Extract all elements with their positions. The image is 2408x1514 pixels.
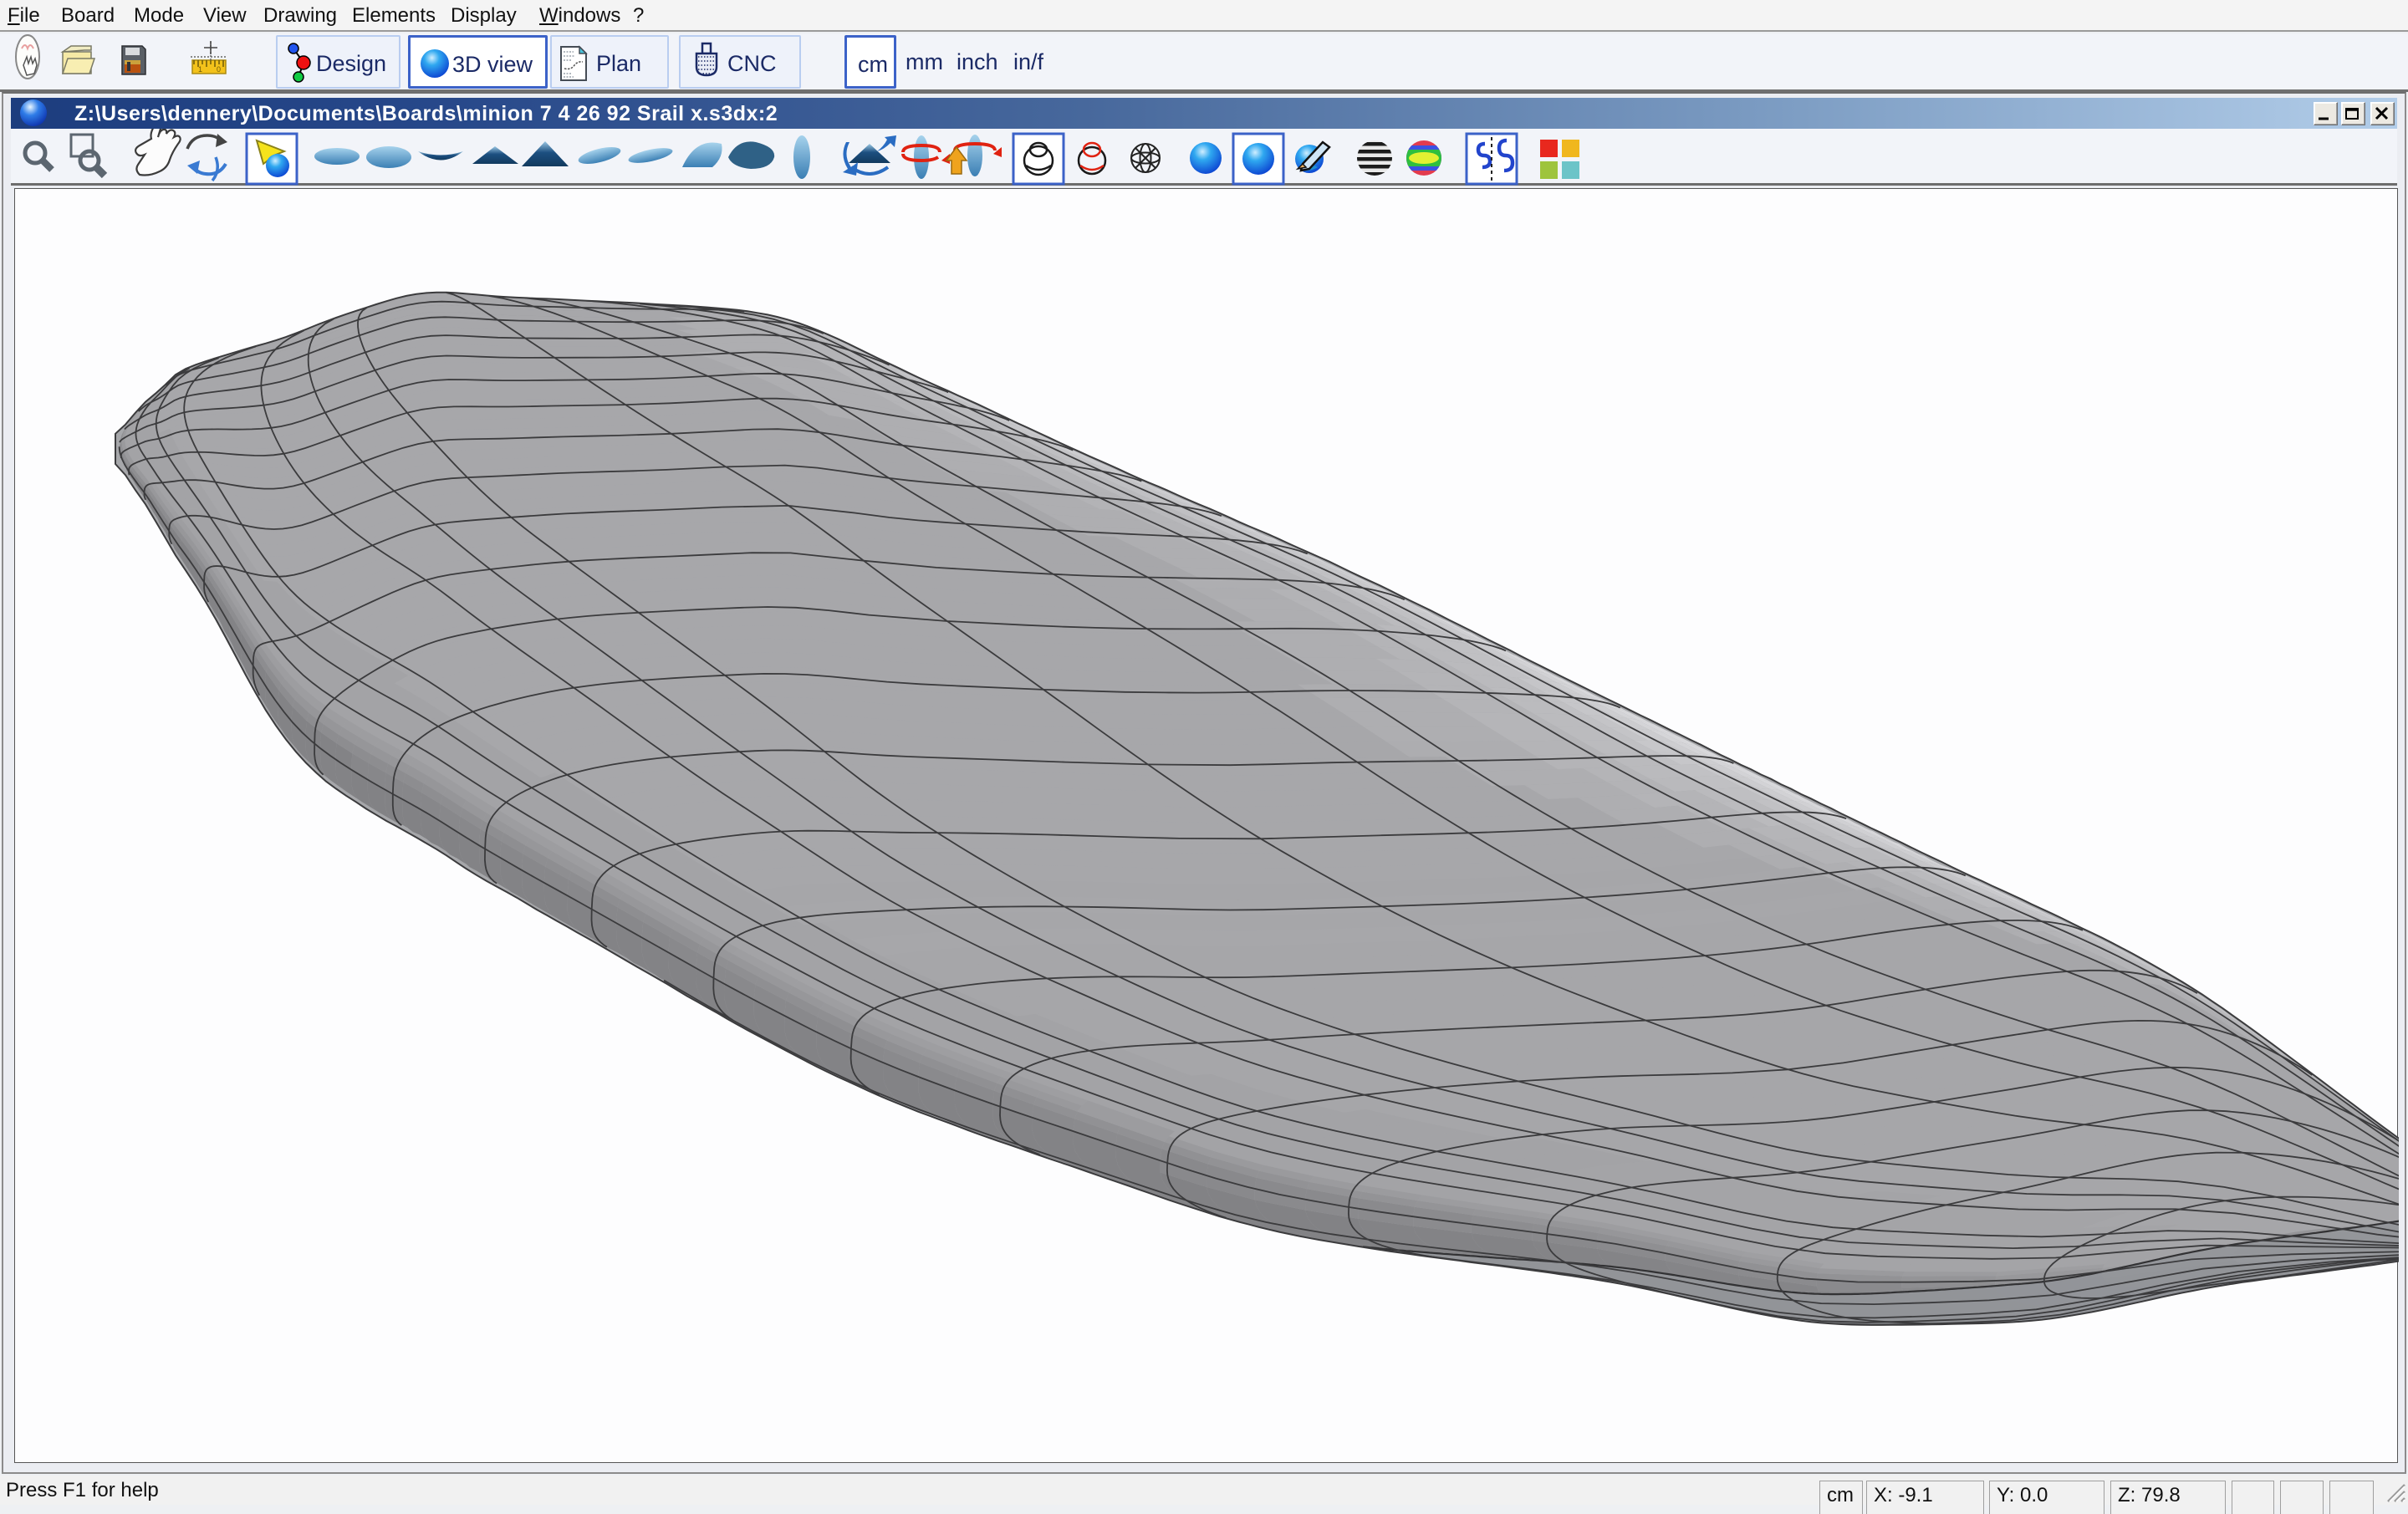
svg-text:1: 1 [198,65,202,74]
svg-text:0: 0 [217,65,221,74]
